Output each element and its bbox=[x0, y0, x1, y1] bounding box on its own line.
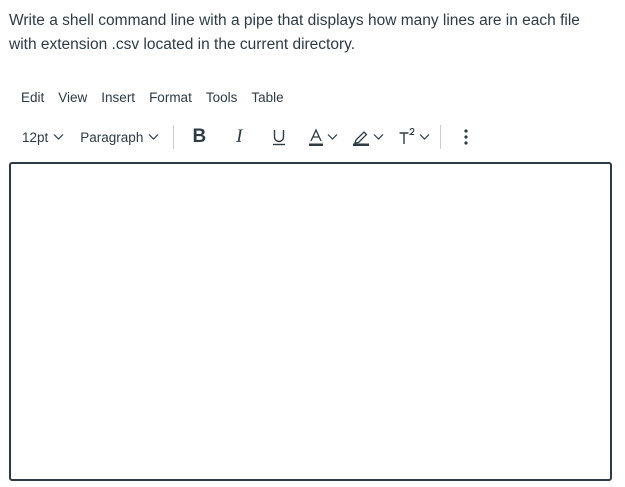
italic-button[interactable]: I bbox=[222, 124, 256, 150]
toolbar-divider bbox=[440, 125, 442, 149]
chevron-down-icon bbox=[373, 134, 384, 140]
more-options-button[interactable] bbox=[449, 124, 483, 150]
menu-format[interactable]: Format bbox=[142, 88, 199, 108]
font-size-select[interactable]: 12pt bbox=[14, 124, 72, 150]
font-size-value: 12pt bbox=[22, 129, 49, 145]
bold-icon: B bbox=[192, 126, 207, 147]
highlight-color-button[interactable] bbox=[348, 124, 388, 150]
chevron-down-icon bbox=[148, 134, 159, 140]
text-color-button[interactable] bbox=[304, 124, 342, 150]
italic-icon: I bbox=[236, 126, 243, 147]
block-format-value: Paragraph bbox=[80, 129, 144, 145]
menu-tools[interactable]: Tools bbox=[199, 88, 245, 108]
underline-button[interactable] bbox=[262, 124, 296, 150]
menu-edit[interactable]: Edit bbox=[14, 88, 51, 108]
toolbar-divider bbox=[173, 125, 175, 149]
menu-insert[interactable]: Insert bbox=[94, 88, 142, 108]
menu-table[interactable]: Table bbox=[244, 88, 290, 108]
chevron-down-icon bbox=[53, 134, 64, 140]
superscript-icon bbox=[399, 127, 415, 144]
block-format-select[interactable]: Paragraph bbox=[72, 124, 167, 150]
bold-button[interactable]: B bbox=[182, 124, 216, 150]
question-text: Write a shell command line with a pipe t… bbox=[9, 12, 580, 53]
editor-toolbar: 12pt Paragraph B I bbox=[14, 124, 483, 150]
chevron-down-icon bbox=[327, 134, 338, 140]
rich-text-editor-area[interactable] bbox=[9, 162, 612, 481]
more-vertical-icon bbox=[464, 129, 468, 145]
menu-view[interactable]: View bbox=[51, 88, 94, 108]
chevron-down-icon bbox=[419, 134, 430, 140]
superscript-button[interactable] bbox=[394, 124, 434, 150]
editor-menubar: Edit View Insert Format Tools Table bbox=[14, 88, 291, 108]
highlight-icon bbox=[353, 131, 370, 146]
text-color-icon bbox=[309, 128, 324, 146]
underline-icon bbox=[273, 130, 286, 146]
